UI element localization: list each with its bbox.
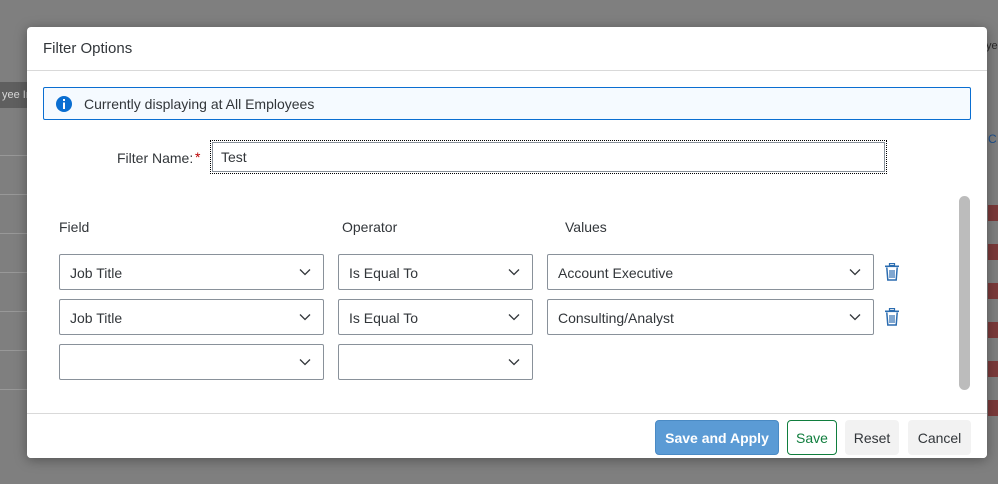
column-header-field: Field	[59, 219, 90, 235]
filter-name-label: Filter Name:	[117, 150, 194, 166]
values-select-value: Account Executive	[558, 265, 674, 281]
background-status-cell	[988, 283, 998, 299]
background-row-divider	[0, 272, 30, 273]
background-status-cell	[988, 205, 998, 221]
chevron-down-icon	[508, 269, 520, 276]
chevron-down-icon	[508, 314, 520, 321]
required-indicator: *	[195, 149, 201, 165]
field-select[interactable]	[59, 344, 324, 380]
save-and-apply-button[interactable]: Save and Apply	[655, 420, 779, 455]
background-row-divider	[0, 155, 30, 156]
background-row-divider	[0, 233, 30, 234]
vertical-scrollbar[interactable]	[959, 196, 970, 390]
background-status-cell	[988, 400, 998, 416]
column-header-operator: Operator	[342, 219, 398, 235]
info-message-strip: Currently displaying at All Employees	[43, 87, 971, 120]
background-row-divider	[0, 389, 30, 390]
operator-select[interactable]: Is Equal To	[338, 254, 533, 290]
chevron-down-icon	[849, 269, 861, 276]
operator-select[interactable]: Is Equal To	[338, 299, 533, 335]
background-row-divider	[0, 311, 30, 312]
column-header-values: Values	[565, 219, 607, 235]
chevron-down-icon	[849, 314, 861, 321]
background-status-cell	[988, 322, 998, 338]
chevron-down-icon	[299, 269, 311, 276]
operator-select-value: Is Equal To	[349, 310, 419, 326]
background-header-text: ye	[986, 40, 998, 52]
field-select-value: Job Title	[70, 265, 123, 281]
info-message-text: Currently displaying at All Employees	[84, 95, 315, 112]
cancel-button[interactable]: Cancel	[908, 420, 971, 455]
reset-button[interactable]: Reset	[845, 420, 899, 455]
values-select[interactable]: Consulting/Analyst	[547, 299, 874, 335]
field-select[interactable]: Job Title	[59, 254, 324, 290]
dialog-footer: Save and Apply Save Reset Cancel	[27, 413, 987, 458]
background-status-cell	[988, 244, 998, 260]
operator-select[interactable]	[338, 344, 533, 380]
filter-name-row: Filter Name: *	[27, 140, 927, 174]
background-link: C	[988, 132, 997, 146]
chevron-down-icon	[508, 359, 520, 366]
trash-icon[interactable]	[884, 308, 900, 326]
dialog-title: Filter Options	[43, 40, 133, 57]
values-select-value: Consulting/Analyst	[558, 310, 674, 326]
save-button[interactable]: Save	[787, 420, 837, 455]
operator-select-value: Is Equal To	[349, 265, 419, 281]
field-select[interactable]: Job Title	[59, 299, 324, 335]
background-row-divider	[0, 350, 30, 351]
trash-icon[interactable]	[884, 263, 900, 281]
field-select-value: Job Title	[70, 310, 123, 326]
chevron-down-icon	[299, 314, 311, 321]
values-select[interactable]: Account Executive	[547, 254, 874, 290]
info-circle-icon	[56, 95, 72, 112]
dialog-header: Filter Options	[27, 27, 987, 71]
chevron-down-icon	[299, 359, 311, 366]
background-status-cell	[988, 361, 998, 377]
filter-options-dialog: Filter Options Currently displaying at A…	[27, 27, 987, 458]
background-row-divider	[0, 194, 30, 195]
filter-name-input[interactable]	[210, 140, 887, 174]
